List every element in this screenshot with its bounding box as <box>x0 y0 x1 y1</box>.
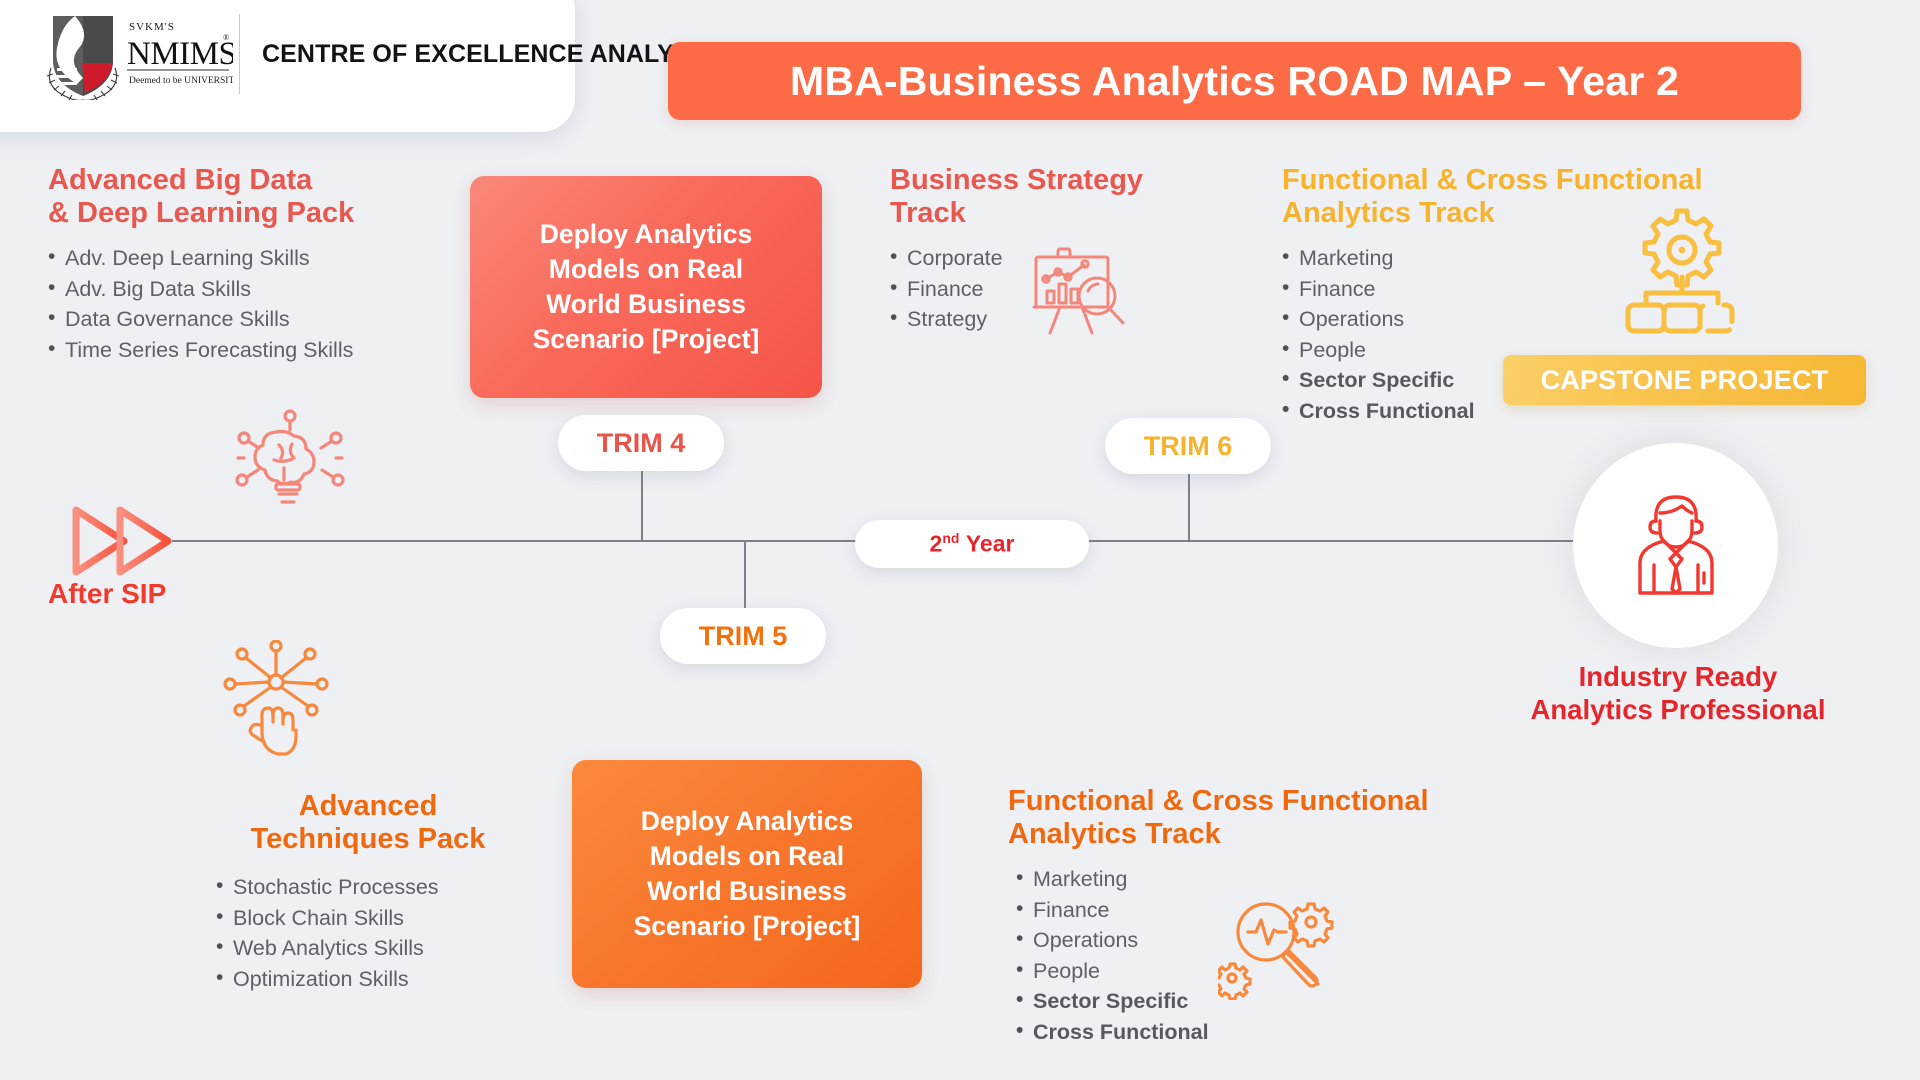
block-advanced-techniques: Advanced Techniques Pack Stochastic Proc… <box>208 790 528 994</box>
list-item: Data Governance Skills <box>48 303 458 335</box>
svg-text:Deemed to be UNIVERSITY: Deemed to be UNIVERSITY <box>129 76 233 86</box>
advanced-techniques-list: Stochastic Processes Block Chain Skills … <box>208 871 528 995</box>
svg-text:NMIMS: NMIMS <box>127 36 233 72</box>
neural-network-hand-icon <box>222 639 330 763</box>
timeline-node-trim4[interactable]: TRIM 4 <box>558 415 724 471</box>
logo-divider <box>239 14 240 94</box>
pulse-magnifier-gears-icon <box>1213 890 1338 1005</box>
business-professional-person-icon <box>1624 487 1728 604</box>
functional-bottom-heading: Functional & Cross Functional Analytics … <box>1008 785 1429 851</box>
timeline-segment-right <box>1089 540 1589 542</box>
presentation-chart-magnifier-icon <box>1030 245 1128 342</box>
year-label: 2nd Year <box>929 530 1015 557</box>
list-item: Block Chain Skills <box>216 902 528 934</box>
svg-text:SVKM'S: SVKM'S <box>129 21 175 33</box>
industry-ready-circle <box>1573 443 1778 648</box>
institution-logo-card: SVKM'S NMIMS ® Deemed to be UNIVERSITY C… <box>0 0 947 132</box>
list-item: Stochastic Processes <box>216 871 528 903</box>
trim4-label: TRIM 4 <box>596 427 686 458</box>
deploy-analytics-card-trim5: Deploy Analytics Models on Real World Bu… <box>572 760 922 988</box>
timeline-segment-left <box>172 540 857 542</box>
timeline-node-trim5[interactable]: TRIM 5 <box>660 608 826 664</box>
list-item: Adv. Deep Learning Skills <box>48 242 458 274</box>
timeline-connector-trim4 <box>641 468 643 540</box>
capstone-label: CAPSTONE PROJECT <box>1540 364 1829 395</box>
big-data-heading: Advanced Big Data & Deep Learning Pack <box>48 164 355 230</box>
list-item: Cross Functional <box>1016 1016 1518 1048</box>
after-sip-label: After SIP <box>48 578 167 609</box>
brain-circuit-lightbulb-icon <box>232 408 350 523</box>
advanced-techniques-heading: Advanced Techniques Pack <box>250 790 486 856</box>
industry-ready-label: Industry Ready Analytics Professional <box>1530 661 1826 725</box>
fast-forward-double-arrow-icon <box>68 502 178 585</box>
trim5-label: TRIM 5 <box>698 620 788 651</box>
page-title: MBA-Business Analytics ROAD MAP – Year 2 <box>789 57 1680 104</box>
trim6-label: TRIM 6 <box>1143 430 1233 461</box>
deploy-bottom-text: Deploy Analytics Models on Real World Bu… <box>633 805 861 942</box>
page-title-banner: MBA-Business Analytics ROAD MAP – Year 2 <box>668 42 1801 120</box>
roadmap-infographic: SVKM'S NMIMS ® Deemed to be UNIVERSITY C… <box>0 0 1920 1080</box>
timeline-connector-trim5 <box>744 540 746 610</box>
big-data-list: Adv. Deep Learning Skills Adv. Big Data … <box>48 242 458 366</box>
timeline-connector-trim6 <box>1188 470 1190 540</box>
nmims-shield-logo-icon: SVKM'S NMIMS ® Deemed to be UNIVERSITY <box>45 8 241 101</box>
deploy-top-text: Deploy Analytics Models on Real World Bu… <box>532 218 760 355</box>
deploy-analytics-card-trim4: Deploy Analytics Models on Real World Bu… <box>470 176 822 398</box>
timeline-node-trim6[interactable]: TRIM 6 <box>1105 418 1271 474</box>
svg-text:®: ® <box>223 33 229 42</box>
list-item: Time Series Forecasting Skills <box>48 334 458 366</box>
business-strategy-heading: Business Strategy Track <box>890 164 1144 230</box>
list-item: Optimization Skills <box>216 963 528 995</box>
block-advanced-big-data: Advanced Big Data & Deep Learning Pack A… <box>48 164 458 365</box>
gear-hierarchy-icon <box>1620 205 1744 340</box>
capstone-project-badge: CAPSTONE PROJECT <box>1503 355 1866 405</box>
timeline-node-year[interactable]: 2nd Year <box>855 520 1089 568</box>
list-item: Web Analytics Skills <box>216 932 528 964</box>
list-item: Adv. Big Data Skills <box>48 273 458 305</box>
